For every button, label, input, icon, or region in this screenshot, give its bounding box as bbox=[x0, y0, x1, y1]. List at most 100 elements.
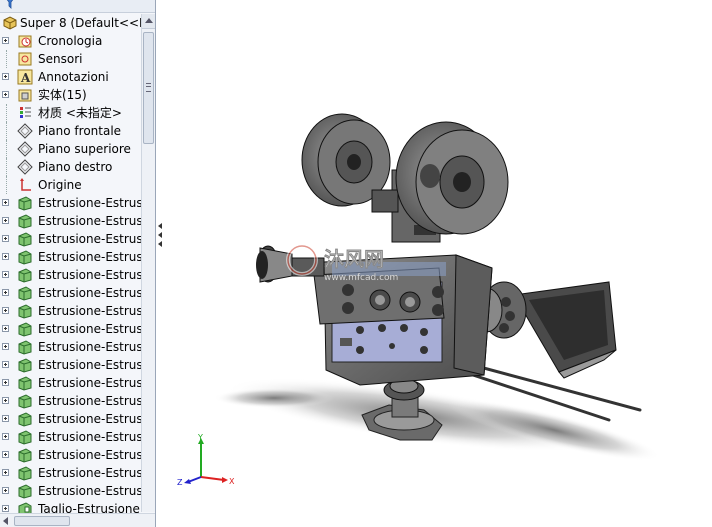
expand-toggle-icon[interactable] bbox=[2, 343, 9, 350]
graphics-viewport[interactable]: 沐风网 www.mfcad.com Y X Z bbox=[164, 0, 712, 527]
tree-item-label: Piano superiore bbox=[38, 142, 131, 156]
tree-item[interactable]: Cronologia bbox=[0, 32, 141, 50]
tree-item[interactable]: Estrusione-Estrusi bbox=[0, 446, 146, 464]
tree-root-label: Super 8 (Default<<D bbox=[20, 16, 149, 30]
tree-root-part[interactable]: Super 8 (Default<<D bbox=[0, 14, 148, 32]
tree-item-label: Annotazioni bbox=[38, 70, 109, 84]
tree-horizontal-scrollbar[interactable] bbox=[0, 513, 155, 527]
expand-toggle-icon[interactable] bbox=[2, 91, 9, 98]
extrude-icon bbox=[17, 483, 33, 499]
scroll-grip-icon bbox=[146, 83, 151, 92]
tree-item[interactable]: Estrusione-Estrusi bbox=[0, 464, 146, 482]
solid-bodies-icon bbox=[17, 87, 33, 103]
expand-toggle-icon[interactable] bbox=[2, 361, 9, 368]
part-icon bbox=[2, 15, 18, 31]
extrude-icon bbox=[17, 357, 33, 373]
extrude-icon bbox=[17, 267, 33, 283]
tree-item[interactable]: Estrusione-Estrusi bbox=[0, 230, 146, 248]
expand-toggle-icon[interactable] bbox=[2, 37, 9, 44]
triad-z-axis bbox=[187, 476, 202, 483]
tree-item-label: Estrusione-Estrusi bbox=[38, 232, 146, 246]
expand-toggle-icon[interactable] bbox=[2, 235, 9, 242]
tree-item[interactable]: Estrusione-Estrusi bbox=[0, 428, 146, 446]
collapse-panel-icon[interactable] bbox=[157, 220, 163, 250]
tree-item-label: Origine bbox=[38, 178, 82, 192]
extrude-icon bbox=[17, 213, 33, 229]
tree-connector bbox=[6, 140, 8, 158]
tree-item[interactable]: 实体(15) bbox=[0, 86, 141, 104]
tree-item[interactable]: Estrusione-Estrusi bbox=[0, 302, 146, 320]
expand-toggle-icon[interactable] bbox=[2, 451, 9, 458]
panel-splitter[interactable] bbox=[156, 0, 164, 527]
tree-item[interactable]: Estrusione-Estrusi bbox=[0, 338, 146, 356]
tree-item[interactable]: Piano frontale bbox=[0, 122, 141, 140]
history-icon bbox=[17, 33, 33, 49]
tree-item[interactable]: Estrusione-Estrusi bbox=[0, 356, 146, 374]
tree-item[interactable]: Estrusione-Estrusi bbox=[0, 392, 146, 410]
tree-item-label: Estrusione-Estrusi bbox=[38, 304, 146, 318]
material-icon bbox=[17, 105, 33, 121]
tree-item-label: Estrusione-Estrusi bbox=[38, 466, 146, 480]
tree-item[interactable]: Estrusione-Estrusi bbox=[0, 320, 146, 338]
expand-toggle-icon[interactable] bbox=[2, 271, 9, 278]
vertical-scroll-thumb[interactable] bbox=[143, 32, 154, 144]
tree-item-label: Cronologia bbox=[38, 34, 103, 48]
tree-item-label: Estrusione-Estrusi bbox=[38, 430, 146, 444]
tree-item[interactable]: Estrusione-Estrusi bbox=[0, 266, 146, 284]
expand-toggle-icon[interactable] bbox=[2, 433, 9, 440]
expand-toggle-icon[interactable] bbox=[2, 289, 9, 296]
extrude-icon bbox=[17, 447, 33, 463]
expand-toggle-icon[interactable] bbox=[2, 469, 9, 476]
tree-item-label: Sensori bbox=[38, 52, 83, 66]
filter-icon[interactable] bbox=[4, 0, 16, 9]
svg-text:A: A bbox=[20, 71, 31, 85]
plane-icon bbox=[17, 141, 33, 157]
scroll-up-arrow-icon[interactable] bbox=[142, 14, 155, 29]
tree-item[interactable]: Estrusione-Estrusi bbox=[0, 410, 146, 428]
expand-toggle-icon[interactable] bbox=[2, 307, 9, 314]
watermark-brand: 沐风网 bbox=[324, 247, 384, 271]
expand-toggle-icon[interactable] bbox=[2, 397, 9, 404]
tree-item[interactable]: Piano destro bbox=[0, 158, 141, 176]
tree-item-label: Estrusione-Estrusi bbox=[38, 484, 146, 498]
tree-item[interactable]: Estrusione-Estrusi bbox=[0, 284, 146, 302]
tree-item-label: 实体(15) bbox=[38, 88, 87, 102]
triad-z-label: Z bbox=[177, 478, 183, 487]
triad-y-label: Y bbox=[197, 433, 203, 442]
scroll-left-arrow-icon[interactable] bbox=[1, 516, 11, 526]
tree-item-label: Piano frontale bbox=[38, 124, 122, 138]
extrude-icon bbox=[17, 375, 33, 391]
tree-item[interactable]: A Annotazioni bbox=[0, 68, 141, 86]
expand-toggle-icon[interactable] bbox=[2, 199, 9, 206]
extrude-icon bbox=[17, 195, 33, 211]
tree-item[interactable]: Piano superiore bbox=[0, 140, 141, 158]
feature-manager-tree: Super 8 (Default<<D Cronologia Sensori A Ann… bbox=[0, 0, 156, 527]
tree-item[interactable]: Estrusione-Estrusi bbox=[0, 194, 146, 212]
tree-item[interactable]: 材质 <未指定> bbox=[0, 104, 141, 122]
expand-toggle-icon[interactable] bbox=[2, 487, 9, 494]
tree-item[interactable]: Estrusione-Estrusi bbox=[0, 248, 146, 266]
expand-toggle-icon[interactable] bbox=[2, 379, 9, 386]
tree-filter-bar[interactable] bbox=[0, 0, 155, 13]
expand-toggle-icon[interactable] bbox=[2, 73, 9, 80]
expand-toggle-icon[interactable] bbox=[2, 217, 9, 224]
watermark-url: www.mfcad.com bbox=[324, 273, 398, 283]
tree-connector bbox=[6, 122, 8, 140]
tree-item[interactable]: Estrusione-Estrusi bbox=[0, 212, 146, 230]
tree-item-label: Estrusione-Estrusi bbox=[38, 358, 146, 372]
extrude-icon bbox=[17, 411, 33, 427]
horizontal-scroll-thumb[interactable] bbox=[14, 516, 70, 526]
expand-toggle-icon[interactable] bbox=[2, 505, 9, 512]
tree-item[interactable]: Estrusione-Estrusi bbox=[0, 374, 146, 392]
tree-item[interactable]: Estrusione-Estrusi bbox=[0, 482, 146, 500]
tree-vertical-scrollbar[interactable] bbox=[141, 14, 155, 512]
tree-item[interactable]: Sensori bbox=[0, 50, 141, 68]
tree-item[interactable]: Origine bbox=[0, 176, 141, 194]
expand-toggle-icon[interactable] bbox=[2, 253, 9, 260]
tree-item-label: Estrusione-Estrusi bbox=[38, 196, 146, 210]
expand-toggle-icon[interactable] bbox=[2, 415, 9, 422]
extrude-icon bbox=[17, 285, 33, 301]
expand-toggle-icon[interactable] bbox=[2, 325, 9, 332]
extrude-icon bbox=[17, 429, 33, 445]
reference-triad: Y X Z bbox=[177, 433, 235, 487]
